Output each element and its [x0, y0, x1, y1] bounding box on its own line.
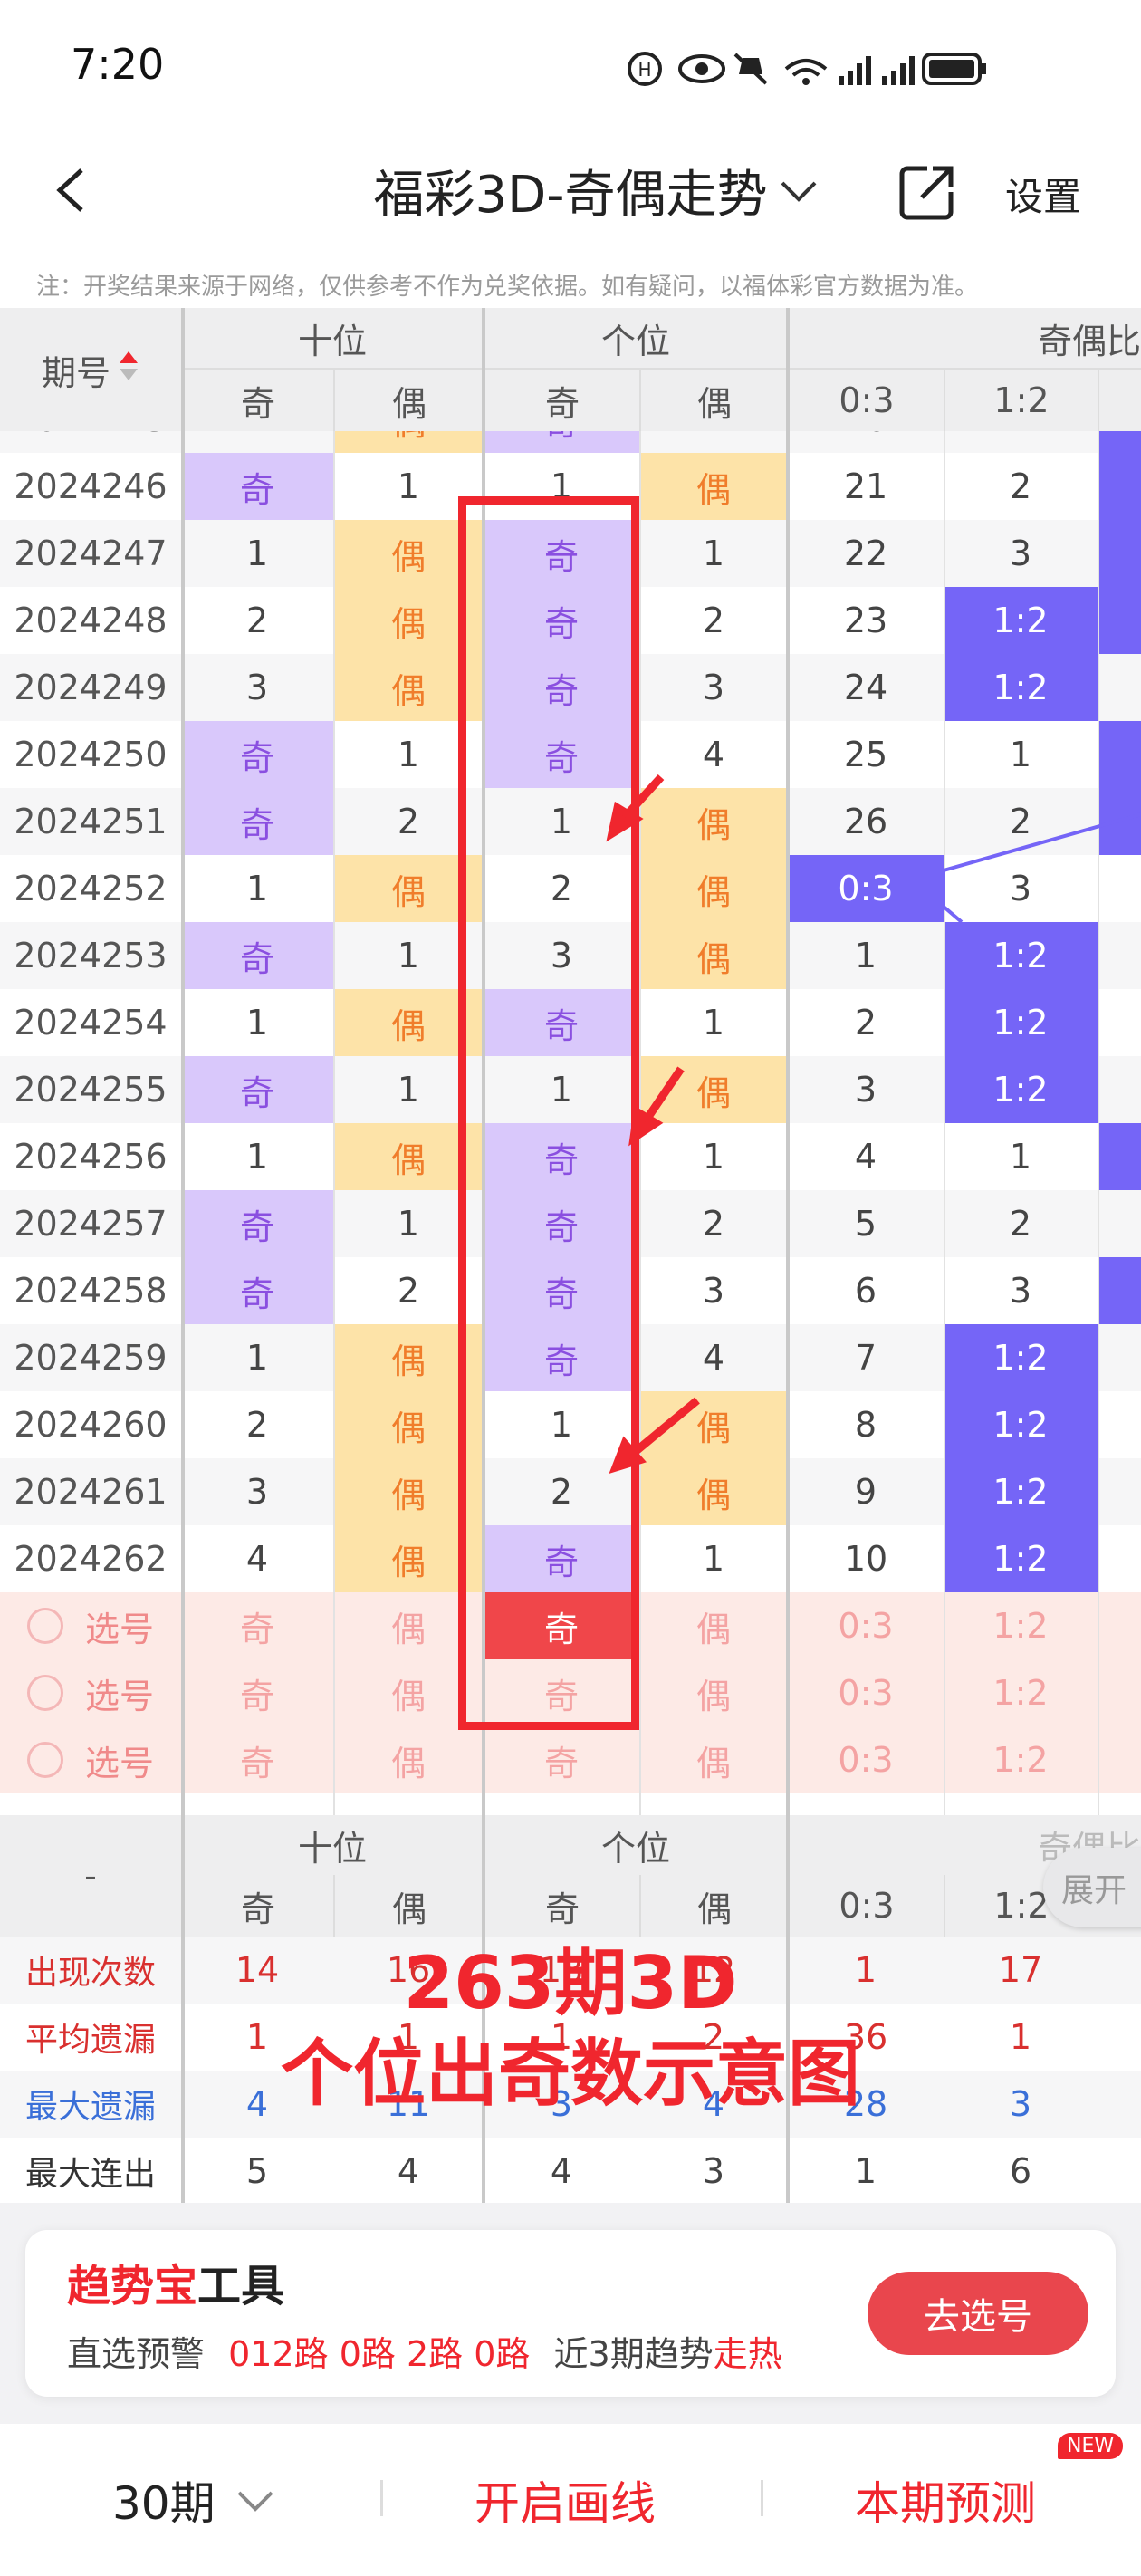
tool-brand: 趋势宝 — [67, 2261, 198, 2312]
periods-selector[interactable]: 30期 — [112, 2467, 216, 2533]
predict-button[interactable]: 本期预测 — [855, 2467, 1036, 2533]
bottom-bar: 30期 开启画线 本期预测 NEW — [0, 2424, 1141, 2576]
tool-trend-value: 走热 — [713, 2334, 782, 2374]
tool-label-warning: 直选预警 — [67, 2334, 206, 2374]
overlay-line-2: 个位出奇数示意图 — [281, 2032, 860, 2116]
periods-chevron-icon[interactable] — [235, 2489, 275, 2513]
annotation-arrow-3 — [631, 1397, 700, 1456]
tool-label-trend: 近3期趋势 — [553, 2334, 714, 2374]
overlay-caption: 263期3D 个位出奇数示意图 — [0, 1938, 1141, 2119]
draw-line-button[interactable]: 开启画线 — [475, 2467, 656, 2533]
divider — [761, 2480, 763, 2516]
arrow-annotations — [606, 774, 700, 1475]
go-select-button[interactable]: 去选号 — [868, 2272, 1088, 2355]
tool-subline: 直选预警 012路 0路 2路 0路 近3期趋势走热 — [67, 2326, 782, 2376]
tool-brand-suffix: 工具 — [197, 2261, 285, 2312]
annotation-arrow-2 — [643, 1066, 685, 1122]
new-badge: NEW — [1058, 2433, 1124, 2459]
overlay-line-1: 263期3D — [403, 1941, 738, 2025]
tool-warning-values: 012路 0路 2路 0路 — [228, 2334, 531, 2374]
divider — [380, 2480, 383, 2516]
tool-title: 趋势宝工具 — [67, 2250, 284, 2313]
